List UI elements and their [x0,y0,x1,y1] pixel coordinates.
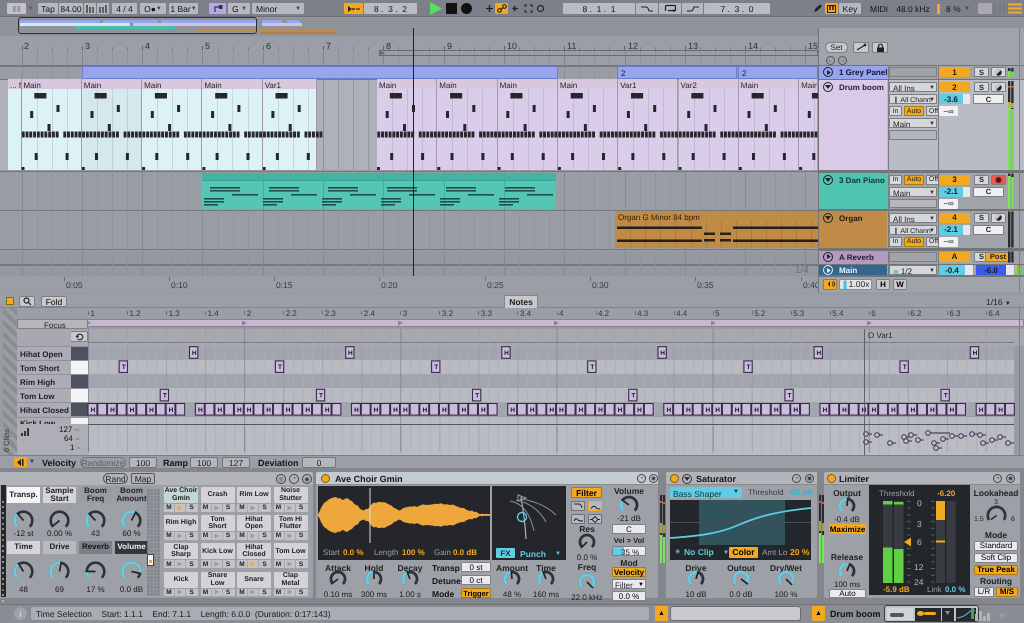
svg-text:H: H [660,350,665,357]
svg-text:H: H [793,407,798,414]
svg-text:H: H [198,407,203,414]
svg-text:H: H [715,407,720,414]
svg-text:H: H [237,407,242,414]
svg-text:H: H [325,407,330,414]
svg-text:H: H [979,407,984,414]
svg-text:H: H [754,407,759,414]
svg-text:H: H [549,407,554,414]
svg-text:H: H [481,407,486,414]
svg-text:H: H [422,407,427,414]
svg-text:T: T [788,393,792,400]
svg-text:H: H [998,407,1003,414]
svg-text:H: H [110,407,115,414]
svg-text:H: H [735,407,740,414]
svg-text:H: H [930,407,935,414]
svg-text:H: H [374,407,379,414]
svg-text:H: H [403,407,408,414]
svg-text:H: H [348,350,353,357]
svg-text:T: T [631,393,635,400]
svg-text:H: H [871,407,876,414]
svg-text:T: T [475,393,479,400]
svg-text:H: H [666,407,671,414]
svg-text:T: T [903,364,907,371]
svg-text:H: H [530,407,535,414]
svg-text:T: T [122,364,126,371]
svg-text:T: T [278,364,282,371]
svg-text:T: T [434,364,438,371]
svg-text:H: H [579,407,584,414]
svg-text:H: H [774,407,779,414]
svg-text:H: H [286,407,291,414]
svg-text:H: H [686,407,691,414]
svg-text:H: H [910,407,915,414]
svg-text:H: H [393,407,398,414]
svg-text:H: H [217,407,222,414]
svg-text:H: H [130,407,135,414]
svg-text:H: H [891,407,896,414]
svg-text:H: H [305,407,310,414]
svg-text:H: H [266,407,271,414]
svg-text:H: H [247,407,252,414]
svg-text:H: H [705,407,710,414]
svg-text:H: H [354,407,359,414]
svg-text:H: H [442,407,447,414]
svg-text:T: T [163,393,167,400]
svg-text:H: H [149,407,154,414]
svg-text:H: H [949,407,954,414]
svg-text:H: H [637,407,642,414]
svg-text:H: H [823,407,828,414]
svg-text:H: H [91,407,96,414]
svg-text:H: H [618,407,623,414]
svg-text:H: H [973,350,978,357]
svg-text:T: T [590,364,594,371]
svg-text:H: H [510,407,515,414]
svg-text:H: H [504,350,509,357]
svg-text:H: H [169,407,174,414]
svg-text:T: T [319,393,323,400]
svg-text:H: H [816,350,821,357]
svg-text:T: T [747,364,751,371]
svg-text:H: H [559,407,564,414]
svg-text:H: H [461,407,466,414]
svg-text:T: T [944,393,948,400]
svg-text:H: H [598,407,603,414]
svg-text:H: H [192,350,197,357]
svg-text:H: H [842,407,847,414]
